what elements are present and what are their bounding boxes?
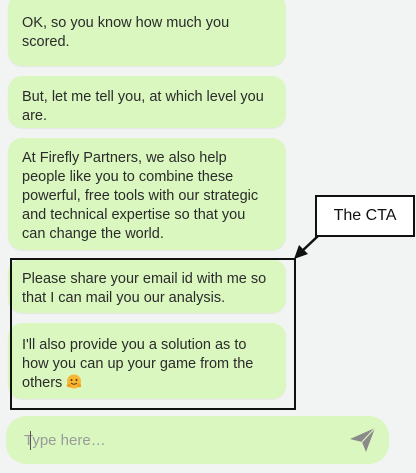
- hugging-face-emoji-icon: [66, 374, 82, 389]
- message-composer: [6, 416, 389, 464]
- message-input[interactable]: [24, 429, 324, 451]
- bot-message: OK, so you know how much you scored.: [8, 0, 286, 66]
- bot-message: At Firefly Partners, we also help people…: [8, 138, 286, 250]
- send-icon: [350, 427, 376, 452]
- send-button[interactable]: [348, 426, 378, 454]
- message-text: But, let me tell you, at which level you…: [22, 89, 264, 124]
- message-text: At Firefly Partners, we also help people…: [22, 150, 259, 242]
- bot-message: But, let me tell you, at which level you…: [8, 76, 286, 128]
- message-text: Please share your email id with me so th…: [22, 271, 267, 306]
- bot-message: Please share your email id with me so th…: [8, 259, 286, 313]
- cta-annotation-label: The CTA: [315, 195, 415, 237]
- message-text: OK, so you know how much you scored.: [22, 15, 230, 50]
- bot-message: I'll also provide you a solution as to h…: [8, 323, 286, 399]
- message-text: I'll also provide you a solution as to h…: [22, 337, 254, 391]
- text-caret: [30, 431, 31, 450]
- chat-window: OK, so you know how much you scored. But…: [0, 0, 416, 473]
